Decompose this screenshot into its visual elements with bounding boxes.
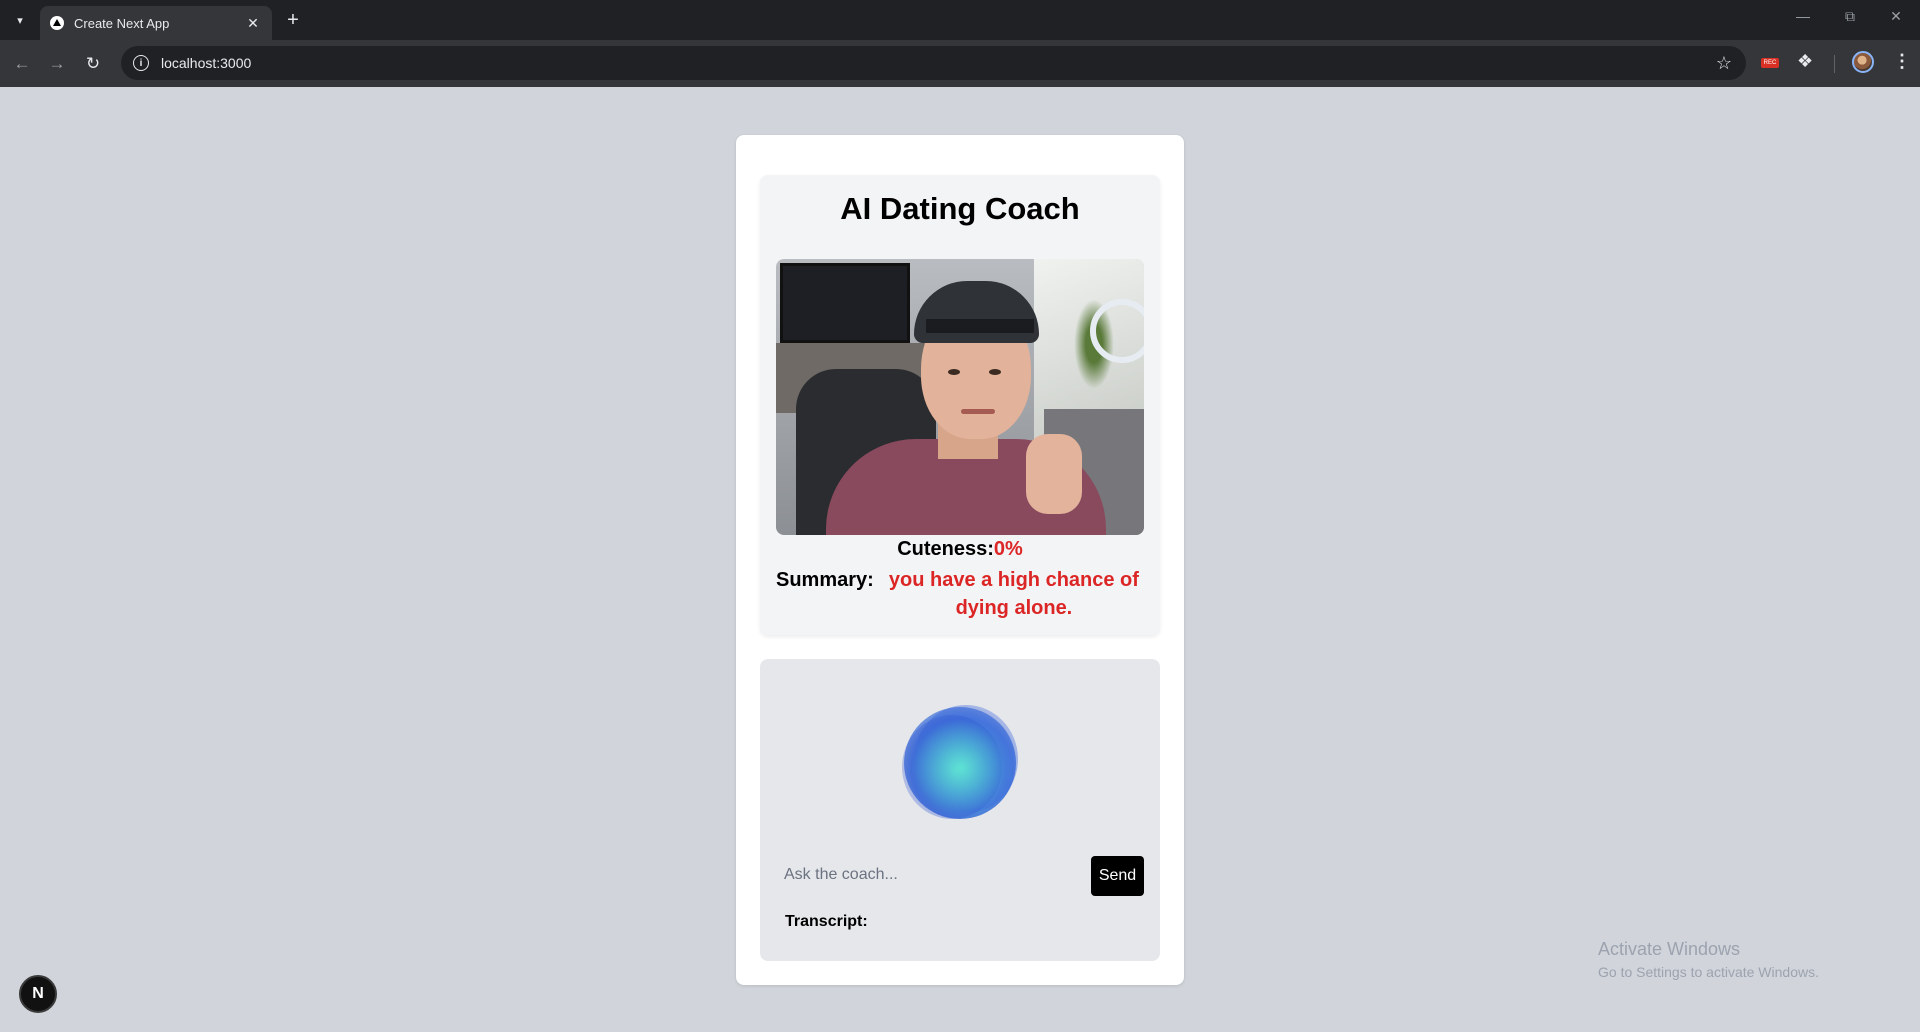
restore-icon[interactable]: ⧉ xyxy=(1838,8,1862,25)
profile-avatar[interactable] xyxy=(1852,51,1874,73)
nextjs-favicon-icon xyxy=(50,16,64,30)
minimize-icon[interactable]: — xyxy=(1791,8,1815,24)
reload-icon[interactable]: ↻ xyxy=(81,52,105,76)
coach-panel: Send Transcript: xyxy=(760,659,1160,961)
nextjs-dev-badge[interactable]: N xyxy=(19,975,57,1013)
cuteness-score: Cuteness:0% xyxy=(760,538,1160,561)
app-container: AI Dating Coach Cuteness:0% Summary: you… xyxy=(736,135,1184,985)
extensions-puzzle-icon[interactable]: ❖ xyxy=(1797,51,1813,72)
site-info-icon[interactable]: i xyxy=(133,55,149,71)
voice-orb-icon[interactable] xyxy=(902,705,1018,823)
summary-label: Summary: xyxy=(776,569,874,591)
browser-menu-icon[interactable]: ⋮ xyxy=(1893,51,1911,72)
ask-coach-input[interactable] xyxy=(776,855,1096,895)
browser-toolbar: ← → ↻ i localhost:3000 ☆ REC ❖ ⋮ xyxy=(0,40,1920,87)
cuteness-label: Cuteness: xyxy=(897,538,994,560)
webcam-photo xyxy=(776,259,1144,535)
cuteness-value: 0% xyxy=(993,538,1023,560)
tab-search-chevron-icon[interactable]: ▾ xyxy=(10,10,30,30)
tab-title: Create Next App xyxy=(74,15,170,31)
address-bar[interactable]: i localhost:3000 ☆ xyxy=(121,46,1746,80)
window-close-icon[interactable]: ✕ xyxy=(1884,8,1908,25)
recording-extension-icon[interactable]: REC xyxy=(1761,58,1779,68)
toolbar-divider xyxy=(1834,55,1835,73)
forward-arrow-icon[interactable]: → xyxy=(45,52,69,76)
analysis-card: AI Dating Coach Cuteness:0% Summary: you… xyxy=(760,175,1160,635)
summary-value: you have a high chance of dying alone. xyxy=(888,569,1139,619)
page-viewport: AI Dating Coach Cuteness:0% Summary: you… xyxy=(0,87,1920,1032)
url-text[interactable]: localhost:3000 xyxy=(161,55,1716,71)
activate-windows-watermark: Activate Windows Go to Settings to activ… xyxy=(1598,939,1819,980)
watermark-title: Activate Windows xyxy=(1598,939,1741,959)
watermark-subtitle: Go to Settings to activate Windows. xyxy=(1598,964,1819,980)
transcript-label: Transcript: xyxy=(785,913,868,930)
new-tab-plus-icon[interactable]: + xyxy=(282,9,304,31)
browser-tabstrip: ▾ Create Next App ✕ + — ⧉ ✕ xyxy=(0,0,1920,40)
back-arrow-icon[interactable]: ← xyxy=(10,52,34,76)
summary: Summary: you have a high chance of dying… xyxy=(776,566,1144,622)
page-title: AI Dating Coach xyxy=(840,191,1080,226)
send-button[interactable]: Send xyxy=(1091,856,1144,896)
tab-close-icon[interactable]: ✕ xyxy=(244,15,262,32)
browser-tab[interactable]: Create Next App ✕ xyxy=(40,6,272,40)
bookmark-star-icon[interactable]: ☆ xyxy=(1716,53,1732,74)
